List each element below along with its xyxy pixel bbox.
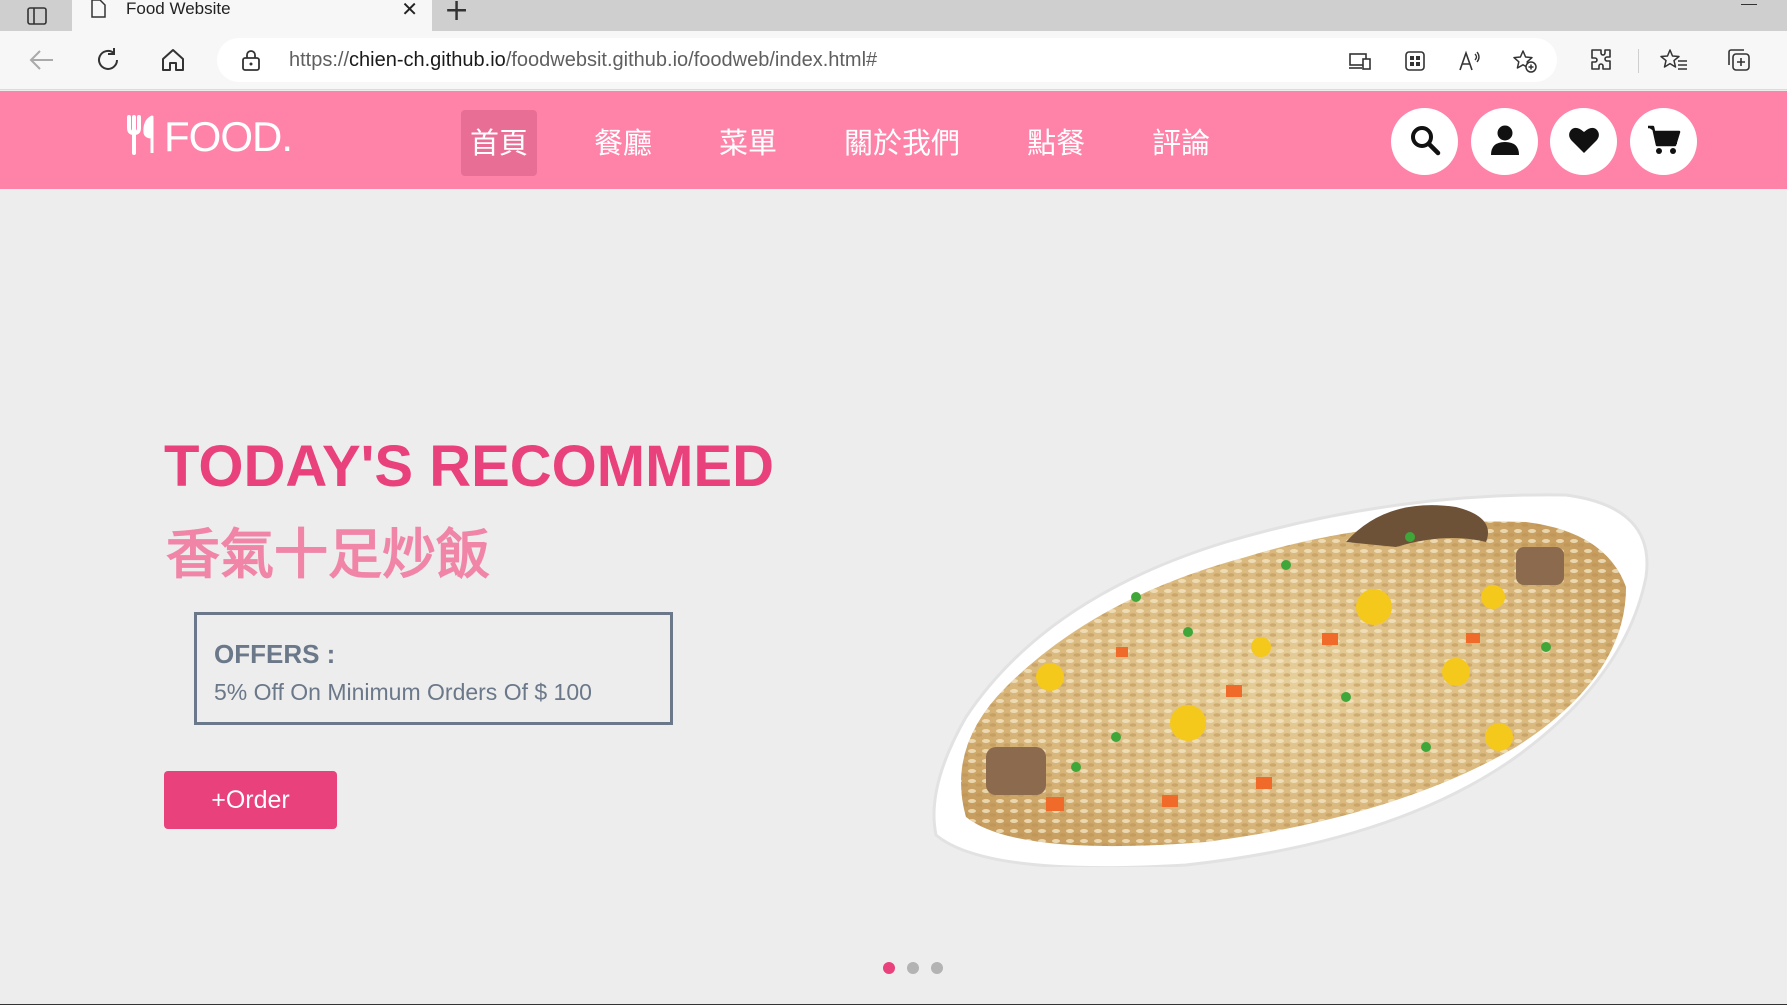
offer-title: OFFERS : xyxy=(214,639,336,669)
minimize-window-button[interactable] xyxy=(1741,4,1757,5)
address-bar[interactable]: https://chien-ch.github.io/foodwebsit.gi… xyxy=(217,38,1557,82)
add-favorite-icon[interactable] xyxy=(1512,48,1538,74)
favorites-icon[interactable] xyxy=(1658,44,1690,76)
apps-icon[interactable] xyxy=(1402,48,1428,74)
back-icon[interactable] xyxy=(26,44,58,76)
hero-slider: TODAY'S RECOMMED 香氣十足炒飯 OFFERS : 5% Off … xyxy=(0,189,1787,1005)
close-tab-icon[interactable]: ✕ xyxy=(401,0,418,19)
extensions-icon[interactable] xyxy=(1585,44,1617,76)
nav-item-menu[interactable]: 菜單 xyxy=(709,110,787,176)
read-aloud-icon[interactable] xyxy=(1457,48,1483,74)
url-host: chien-ch.github.io xyxy=(349,49,506,71)
tab-title: Food Website xyxy=(126,0,231,18)
home-icon[interactable] xyxy=(157,44,189,76)
offer-text: 5% Off On Minimum Orders Of $ 100 xyxy=(214,679,592,705)
cart-button[interactable] xyxy=(1630,108,1697,175)
nav-item-reviews[interactable]: 評論 xyxy=(1142,110,1220,176)
user-icon xyxy=(1490,124,1520,160)
order-button[interactable]: +Order xyxy=(164,771,337,829)
sidebar-toggle-icon[interactable] xyxy=(14,0,60,31)
reload-icon[interactable] xyxy=(92,44,124,76)
browser-toolbar: https://chien-ch.github.io/foodwebsit.gi… xyxy=(0,31,1787,90)
hero-subtitle: 香氣十足炒飯 xyxy=(166,523,490,586)
slider-pagination xyxy=(883,962,943,974)
search-button[interactable] xyxy=(1391,108,1458,175)
fork-knife-icon xyxy=(126,115,160,159)
lock-icon[interactable] xyxy=(241,49,261,75)
site-logo[interactable]: FOOD. xyxy=(126,113,293,160)
slide-dot-3[interactable] xyxy=(931,962,943,974)
account-button[interactable] xyxy=(1471,108,1538,175)
offer-box: OFFERS : 5% Off On Minimum Orders Of $ 1… xyxy=(194,612,673,725)
collections-icon[interactable] xyxy=(1723,44,1755,76)
cart-icon xyxy=(1647,125,1681,159)
device-icon[interactable] xyxy=(1347,48,1373,74)
nav-item-restaurants[interactable]: 餐廳 xyxy=(584,110,662,176)
nav-item-order[interactable]: 點餐 xyxy=(1017,110,1095,176)
toolbar-separator xyxy=(1638,49,1639,73)
url-text: https://chien-ch.github.io/foodwebsit.gi… xyxy=(289,38,877,82)
nav-item-about[interactable]: 關於我們 xyxy=(834,110,970,176)
url-prefix: https:// xyxy=(289,49,350,71)
main-nav: 首頁 餐廳 菜單 關於我們 點餐 評論 xyxy=(461,110,1267,176)
url-path: /foodwebsit.github.io/foodweb/index.html… xyxy=(505,49,878,71)
nav-item-home[interactable]: 首頁 xyxy=(461,110,538,176)
slide-dot-1[interactable] xyxy=(883,962,895,974)
heart-icon xyxy=(1568,126,1600,158)
slide-dot-2[interactable] xyxy=(907,962,919,974)
search-icon xyxy=(1409,124,1441,160)
browser-tab-strip: Food Website ✕ + xyxy=(0,0,1787,31)
favorites-button[interactable] xyxy=(1550,108,1617,175)
logo-text: FOOD. xyxy=(164,113,293,160)
document-icon xyxy=(90,0,106,22)
fried-rice-image xyxy=(926,447,1660,871)
hero-title: TODAY'S RECOMMED xyxy=(164,434,774,499)
browser-tab[interactable]: Food Website ✕ xyxy=(72,0,432,31)
site-header: FOOD. 首頁 餐廳 菜單 關於我們 點餐 評論 xyxy=(0,91,1787,189)
new-tab-button[interactable]: + xyxy=(444,0,469,26)
